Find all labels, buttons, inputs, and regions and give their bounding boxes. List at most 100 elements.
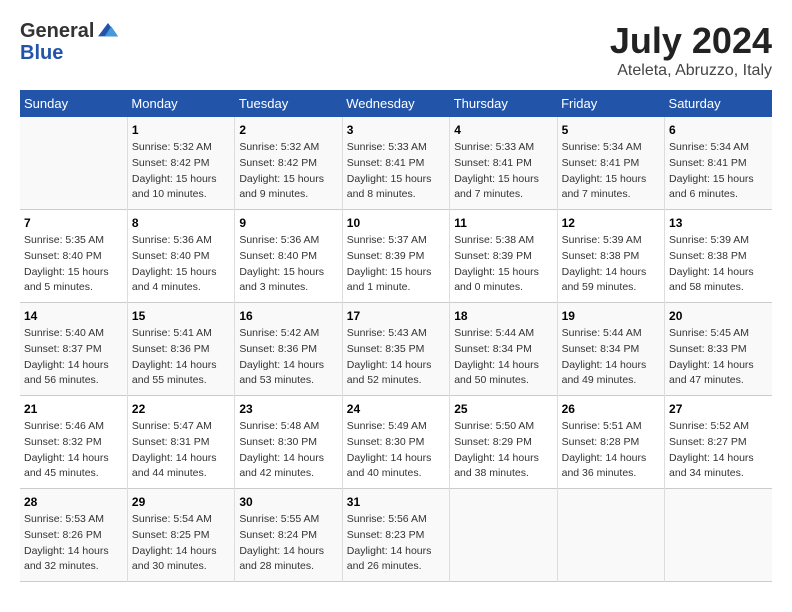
calendar-cell: 30 Sunrise: 5:55 AM Sunset: 8:24 PM Dayli… (235, 489, 342, 582)
calendar-cell: 28 Sunrise: 5:53 AM Sunset: 8:26 PM Dayli… (20, 489, 127, 582)
calendar-cell: 7 Sunrise: 5:35 AM Sunset: 8:40 PM Daylig… (20, 210, 127, 303)
day-info: Sunrise: 5:45 AM Sunset: 8:33 PM Dayligh… (669, 326, 768, 389)
calendar-cell: 20 Sunrise: 5:45 AM Sunset: 8:33 PM Dayli… (665, 303, 772, 396)
day-info: Sunrise: 5:55 AM Sunset: 8:24 PM Dayligh… (239, 512, 337, 575)
logo: General Blue (20, 20, 118, 64)
day-number: 18 (454, 309, 552, 323)
day-number: 10 (347, 216, 445, 230)
day-number: 17 (347, 309, 445, 323)
day-number: 29 (132, 495, 230, 509)
day-info: Sunrise: 5:32 AM Sunset: 8:42 PM Dayligh… (132, 140, 230, 203)
calendar-cell: 5 Sunrise: 5:34 AM Sunset: 8:41 PM Daylig… (557, 117, 664, 210)
day-info: Sunrise: 5:51 AM Sunset: 8:28 PM Dayligh… (562, 419, 660, 482)
day-number: 8 (132, 216, 230, 230)
calendar-cell: 21Sunrise: 5:46 AM Sunset: 8:32 PM Dayli… (20, 396, 127, 489)
day-info: Sunrise: 5:33 AM Sunset: 8:41 PM Dayligh… (454, 140, 552, 203)
calendar-table: SundayMondayTuesdayWednesdayThursdayFrid… (20, 90, 772, 582)
calendar-cell: 19 Sunrise: 5:44 AM Sunset: 8:34 PM Dayli… (557, 303, 664, 396)
calendar-cell: 4 Sunrise: 5:33 AM Sunset: 8:41 PM Daylig… (450, 117, 557, 210)
day-number: 22 (132, 402, 230, 416)
calendar-cell: 24 Sunrise: 5:49 AM Sunset: 8:30 PM Dayli… (342, 396, 449, 489)
calendar-cell: 29 Sunrise: 5:54 AM Sunset: 8:25 PM Dayli… (127, 489, 234, 582)
day-number: 4 (454, 123, 552, 137)
day-number: 16 (239, 309, 337, 323)
calendar-cell (450, 489, 557, 582)
calendar-cell: 9 Sunrise: 5:36 AM Sunset: 8:40 PM Daylig… (235, 210, 342, 303)
day-info: Sunrise: 5:44 AM Sunset: 8:34 PM Dayligh… (454, 326, 552, 389)
day-number: 30 (239, 495, 337, 509)
day-number: 1 (132, 123, 230, 137)
day-info: Sunrise: 5:54 AM Sunset: 8:25 PM Dayligh… (132, 512, 230, 575)
day-info: Sunrise: 5:32 AM Sunset: 8:42 PM Dayligh… (239, 140, 337, 203)
calendar-cell: 2 Sunrise: 5:32 AM Sunset: 8:42 PM Daylig… (235, 117, 342, 210)
day-info: Sunrise: 5:36 AM Sunset: 8:40 PM Dayligh… (239, 233, 337, 296)
day-info: Sunrise: 5:43 AM Sunset: 8:35 PM Dayligh… (347, 326, 445, 389)
day-number: 23 (239, 402, 337, 416)
calendar-cell: 12 Sunrise: 5:39 AM Sunset: 8:38 PM Dayli… (557, 210, 664, 303)
day-number: 31 (347, 495, 445, 509)
calendar-cell: 17 Sunrise: 5:43 AM Sunset: 8:35 PM Dayli… (342, 303, 449, 396)
day-info: Sunrise: 5:41 AM Sunset: 8:36 PM Dayligh… (132, 326, 230, 389)
calendar-cell: 26Sunrise: 5:51 AM Sunset: 8:28 PM Dayli… (557, 396, 664, 489)
month-title: July 2024 (610, 20, 772, 62)
logo-blue: Blue (20, 42, 63, 64)
day-of-week-header: Friday (557, 90, 664, 117)
calendar-cell: 8 Sunrise: 5:36 AM Sunset: 8:40 PM Daylig… (127, 210, 234, 303)
day-info: Sunrise: 5:39 AM Sunset: 8:38 PM Dayligh… (562, 233, 660, 296)
day-info: Sunrise: 5:34 AM Sunset: 8:41 PM Dayligh… (669, 140, 768, 203)
page-header: General Blue July 2024 Ateleta, Abruzzo,… (20, 20, 772, 80)
day-info: Sunrise: 5:36 AM Sunset: 8:40 PM Dayligh… (132, 233, 230, 296)
day-info: Sunrise: 5:42 AM Sunset: 8:36 PM Dayligh… (239, 326, 337, 389)
day-number: 20 (669, 309, 768, 323)
calendar-cell: 27Sunrise: 5:52 AM Sunset: 8:27 PM Dayli… (665, 396, 772, 489)
day-info: Sunrise: 5:53 AM Sunset: 8:26 PM Dayligh… (24, 512, 123, 575)
calendar-cell: 15 Sunrise: 5:41 AM Sunset: 8:36 PM Dayli… (127, 303, 234, 396)
day-number: 24 (347, 402, 445, 416)
day-of-week-header: Thursday (450, 90, 557, 117)
day-number: 6 (669, 123, 768, 137)
logo-icon (98, 21, 118, 41)
day-info: Sunrise: 5:44 AM Sunset: 8:34 PM Dayligh… (562, 326, 660, 389)
day-number: 19 (562, 309, 660, 323)
day-number: 14 (24, 309, 123, 323)
title-block: July 2024 Ateleta, Abruzzo, Italy (610, 20, 772, 80)
day-number: 15 (132, 309, 230, 323)
day-info: Sunrise: 5:47 AM Sunset: 8:31 PM Dayligh… (132, 419, 230, 482)
calendar-cell: 18 Sunrise: 5:44 AM Sunset: 8:34 PM Dayli… (450, 303, 557, 396)
calendar-cell: 16 Sunrise: 5:42 AM Sunset: 8:36 PM Dayli… (235, 303, 342, 396)
calendar-cell (20, 117, 127, 210)
day-info: Sunrise: 5:35 AM Sunset: 8:40 PM Dayligh… (24, 233, 123, 296)
calendar-cell (557, 489, 664, 582)
day-of-week-header: Saturday (665, 90, 772, 117)
calendar-cell: 6 Sunrise: 5:34 AM Sunset: 8:41 PM Daylig… (665, 117, 772, 210)
day-of-week-header: Wednesday (342, 90, 449, 117)
day-info: Sunrise: 5:40 AM Sunset: 8:37 PM Dayligh… (24, 326, 123, 389)
day-number: 5 (562, 123, 660, 137)
day-number: 28 (24, 495, 123, 509)
day-number: 27 (669, 402, 768, 416)
day-number: 2 (239, 123, 337, 137)
day-number: 12 (562, 216, 660, 230)
day-of-week-header: Monday (127, 90, 234, 117)
calendar-cell: 31Sunrise: 5:56 AM Sunset: 8:23 PM Dayli… (342, 489, 449, 582)
day-info: Sunrise: 5:37 AM Sunset: 8:39 PM Dayligh… (347, 233, 445, 296)
calendar-cell (665, 489, 772, 582)
day-number: 7 (24, 216, 123, 230)
calendar-cell: 22 Sunrise: 5:47 AM Sunset: 8:31 PM Dayli… (127, 396, 234, 489)
day-info: Sunrise: 5:50 AM Sunset: 8:29 PM Dayligh… (454, 419, 552, 482)
day-info: Sunrise: 5:38 AM Sunset: 8:39 PM Dayligh… (454, 233, 552, 296)
day-of-week-header: Sunday (20, 90, 127, 117)
day-number: 9 (239, 216, 337, 230)
calendar-cell: 10 Sunrise: 5:37 AM Sunset: 8:39 PM Dayli… (342, 210, 449, 303)
calendar-cell: 1 Sunrise: 5:32 AM Sunset: 8:42 PM Daylig… (127, 117, 234, 210)
day-info: Sunrise: 5:48 AM Sunset: 8:30 PM Dayligh… (239, 419, 337, 482)
calendar-cell: 11 Sunrise: 5:38 AM Sunset: 8:39 PM Dayli… (450, 210, 557, 303)
day-number: 25 (454, 402, 552, 416)
day-info: Sunrise: 5:49 AM Sunset: 8:30 PM Dayligh… (347, 419, 445, 482)
calendar-cell: 23 Sunrise: 5:48 AM Sunset: 8:30 PM Dayli… (235, 396, 342, 489)
day-info: Sunrise: 5:39 AM Sunset: 8:38 PM Dayligh… (669, 233, 768, 296)
day-number: 11 (454, 216, 552, 230)
logo-general: General (20, 20, 94, 42)
day-number: 3 (347, 123, 445, 137)
day-info: Sunrise: 5:34 AM Sunset: 8:41 PM Dayligh… (562, 140, 660, 203)
